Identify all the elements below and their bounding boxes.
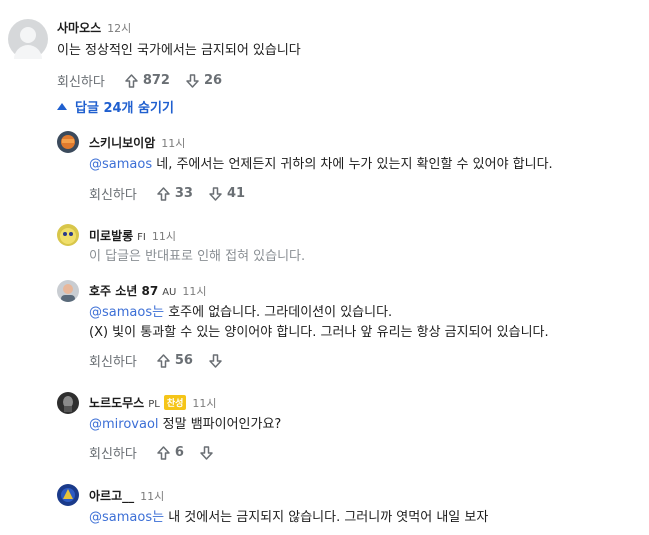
comment-author[interactable]: 노르도무스 PL 찬성 11시: [89, 394, 217, 411]
timestamp: 12시: [107, 22, 132, 35]
comment-author[interactable]: 스키니보이암 11시: [89, 134, 185, 151]
downvote-button[interactable]: [209, 353, 227, 368]
upvote-button[interactable]: 872: [125, 73, 170, 88]
downvote-button[interactable]: 26: [186, 73, 222, 88]
downvote-arrow-icon: [186, 73, 199, 88]
upvote-arrow-icon: [125, 73, 138, 88]
comment-text-line2: (X) 빛이 통과할 수 있는 양이어야 합니다. 그러나 앞 유리는 항상 금…: [89, 325, 549, 340]
upvote-count: 6: [174, 445, 184, 460]
upvote-count: 33: [174, 186, 193, 201]
reply-button[interactable]: 회신하다: [57, 71, 105, 90]
comment-text: 이는 정상적인 국가에서는 금지되어 있습니다: [57, 43, 301, 58]
username[interactable]: 노르도무스: [89, 396, 144, 410]
comment-text: @samaos 네, 주에서는 언제든지 귀하의 차에 누가 있는지 확인할 수…: [89, 153, 553, 172]
comment-actions: 회신하다 6: [89, 443, 234, 462]
comment-actions: 회신하다 872 26: [57, 71, 238, 90]
caret-up-icon: [57, 103, 67, 110]
approved-badge: 찬성: [163, 395, 187, 410]
upvote-button[interactable]: 33: [157, 186, 193, 201]
comment-actions: 회신하다 56: [89, 351, 243, 370]
comment-actions: 회신하다 33 41: [89, 184, 261, 203]
timestamp: 11시: [182, 285, 207, 298]
username[interactable]: 미로발롱: [89, 229, 133, 243]
downvote-arrow-icon: [209, 353, 222, 368]
avatar[interactable]: [57, 280, 79, 302]
username[interactable]: 사마오스: [57, 21, 101, 35]
downvote-button[interactable]: 41: [209, 186, 245, 201]
upvote-arrow-icon: [157, 353, 170, 368]
user-flair: FI: [137, 232, 146, 243]
downvote-button[interactable]: [200, 445, 218, 460]
user-mention-link[interactable]: @samaos는: [89, 305, 164, 320]
downvote-count: 26: [203, 73, 223, 88]
comment-author[interactable]: 미로발롱 FI 11시: [89, 227, 176, 244]
comment-text: @mirovaol 정말 뱀파이어인가요?: [89, 413, 281, 432]
reply-button[interactable]: 회신하다: [89, 184, 137, 203]
upvote-button[interactable]: 6: [157, 445, 184, 460]
username[interactable]: 스키니보이암: [89, 136, 155, 150]
comment-body: 내 것에서는 금지되지 않습니다. 그러니까 엿먹어 내일 보자: [164, 510, 489, 525]
upvote-arrow-icon: [157, 445, 170, 460]
comment-body: 네, 주에서는 언제든지 귀하의 차에 누가 있는지 확인할 수 있어야 합니다…: [152, 157, 553, 172]
timestamp: 11시: [192, 397, 217, 410]
user-flair: AU: [162, 287, 177, 298]
hide-replies-label: 답글 24개 숨기기: [75, 101, 174, 116]
comment-body: 정말 뱀파이어인가요?: [158, 417, 282, 432]
reply-button[interactable]: 회신하다: [89, 351, 137, 370]
timestamp: 11시: [140, 490, 165, 503]
timestamp: 11시: [151, 230, 176, 243]
avatar[interactable]: [57, 392, 79, 414]
comment-body: 호주에 없습니다. 그라데이션이 있습니다.: [164, 305, 393, 320]
timestamp: 11시: [161, 137, 186, 150]
comment-author[interactable]: 아르고__ 11시: [89, 487, 164, 504]
upvote-count: 872: [142, 73, 170, 88]
avatar[interactable]: [57, 484, 79, 506]
downvote-count: 41: [226, 186, 246, 201]
reply-button[interactable]: 회신하다: [89, 443, 137, 462]
comment-author[interactable]: 호주 소년 87 AU 11시: [89, 282, 207, 299]
user-mention-link[interactable]: @mirovaol: [89, 417, 159, 432]
avatar[interactable]: [57, 131, 79, 153]
comment-text: @samaos는 내 것에서는 금지되지 않습니다. 그러니까 엿먹어 내일 보…: [89, 506, 488, 525]
collapsed-notice[interactable]: 이 답글은 반대표로 인해 접혀 있습니다.: [89, 245, 305, 264]
downvote-arrow-icon: [200, 445, 213, 460]
upvote-arrow-icon: [157, 186, 170, 201]
avatar[interactable]: [57, 224, 79, 246]
avatar[interactable]: [8, 19, 48, 59]
user-mention-link[interactable]: @samaos는: [89, 510, 164, 525]
username[interactable]: 호주 소년 87: [89, 284, 158, 298]
user-flair: PL: [148, 399, 160, 410]
user-mention-link[interactable]: @samaos: [89, 157, 152, 172]
downvote-arrow-icon: [209, 186, 222, 201]
upvote-button[interactable]: 56: [157, 353, 193, 368]
upvote-count: 56: [174, 353, 193, 368]
username[interactable]: 아르고__: [89, 489, 134, 503]
comment-text: @samaos는 호주에 없습니다. 그라데이션이 있습니다.: [89, 301, 392, 320]
comment-author[interactable]: 사마오스 12시: [57, 19, 131, 36]
hide-replies-button[interactable]: 답글 24개 숨기기: [57, 97, 174, 116]
